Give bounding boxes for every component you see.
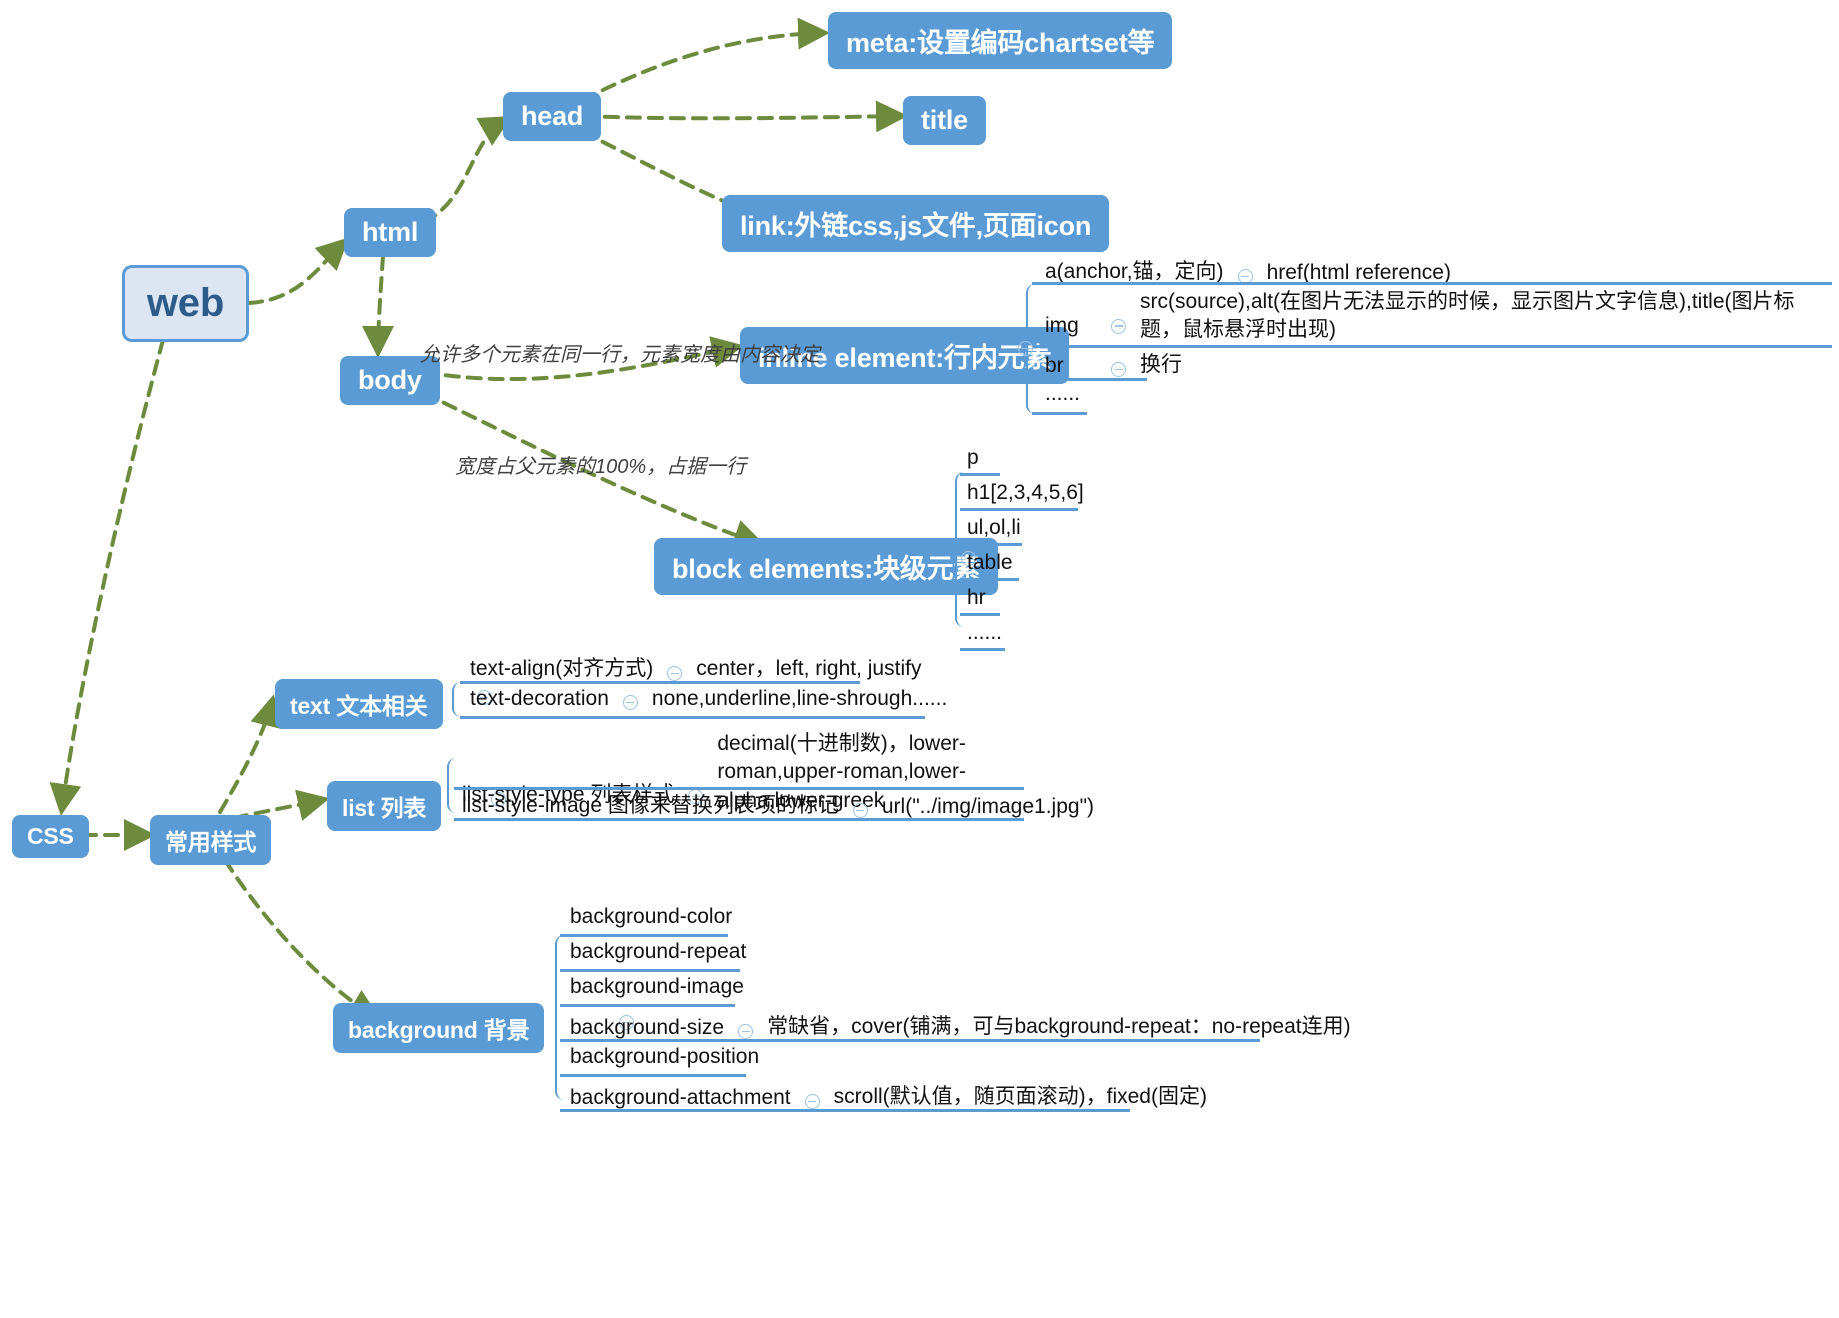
node-text-label: text 文本相关: [290, 693, 428, 719]
background-child-repeat-underline: [560, 969, 740, 972]
edge-note-inline-text: 允许多个元素在同一行，元素宽度由内容决定: [420, 344, 820, 366]
block-child-table[interactable]: table: [963, 549, 1017, 578]
edge-common-background: [223, 858, 381, 1021]
list-child-style-image-underline: [454, 818, 1024, 821]
collapse-icon[interactable]: [1111, 362, 1126, 377]
edge-head-meta: [581, 17, 830, 102]
block-child-ul-underline: [960, 543, 1022, 546]
inline-collapse-icon[interactable]: [1018, 341, 1033, 356]
node-background[interactable]: background 背景: [333, 1003, 545, 1053]
edge-note-block: 宽度占父元素的100%，占据一行: [455, 450, 746, 479]
inline-child-br[interactable]: br 换行: [1040, 348, 1187, 381]
node-head-label: head: [521, 101, 584, 131]
collapse-icon[interactable]: [667, 666, 683, 681]
node-title[interactable]: title: [903, 96, 987, 145]
background-child-image[interactable]: background-image: [565, 975, 749, 1002]
edge-html-head: [422, 116, 512, 224]
block-child-hr-underline: [960, 613, 1000, 616]
node-meta-label: meta:设置编码chartset等: [846, 28, 1155, 58]
node-web-label: web: [146, 281, 225, 325]
block-child-hr[interactable]: hr: [963, 584, 990, 613]
block-child-hr-label: hr: [967, 586, 986, 609]
node-meta[interactable]: meta:设置编码chartset等: [828, 12, 1173, 69]
node-common-styles-label: 常用样式: [165, 829, 257, 855]
edge-html-body: [362, 254, 395, 358]
inline-child-a-underline: [1032, 282, 1832, 285]
background-child-color-underline: [560, 934, 728, 937]
edge-web-css: [49, 338, 165, 816]
collapse-icon[interactable]: [804, 1094, 820, 1109]
block-child-p[interactable]: p: [963, 444, 983, 473]
edge-head-title: [581, 100, 908, 133]
block-child-table-underline: [960, 578, 1019, 581]
inline-child-br-label: br: [1045, 354, 1064, 377]
collapse-icon[interactable]: [852, 803, 868, 818]
background-child-repeat-label: background-repeat: [570, 940, 747, 963]
block-child-p-label: p: [967, 446, 979, 469]
block-child-ul[interactable]: ul,ol,li: [963, 514, 1025, 543]
text-child-decoration[interactable]: text-decoration none,underline,line-shro…: [465, 687, 952, 714]
edge-note-inline: 允许多个元素在同一行，元素宽度由内容决定: [420, 338, 820, 367]
node-list-label: list 列表: [342, 795, 427, 821]
block-child-ul-label: ul,ol,li: [967, 516, 1021, 539]
block-child-table-label: table: [967, 551, 1013, 574]
text-child-align-underline: [460, 681, 860, 684]
node-head[interactable]: head: [503, 92, 602, 141]
block-child-h1[interactable]: h1[2,3,4,5,6]: [963, 479, 1088, 508]
node-block-element[interactable]: block elements:块级元素: [654, 538, 999, 595]
block-child-more-label: ......: [967, 621, 1003, 644]
text-child-decoration-underline: [460, 716, 925, 719]
inline-child-more-label: ......: [1045, 382, 1081, 405]
node-css[interactable]: CSS: [12, 815, 89, 858]
background-child-position[interactable]: background-position: [565, 1045, 764, 1072]
node-title-label: title: [921, 105, 969, 135]
background-child-position-label: background-position: [570, 1045, 760, 1068]
background-child-attachment-underline: [560, 1109, 1130, 1112]
node-css-label: CSS: [27, 823, 74, 849]
mindmap-canvas: web html head body CSS 常用样式 meta:设置编码cha…: [0, 0, 1839, 1318]
inline-child-img-value: src(source),alt(在图片无法显示的时候，显示图片文字信息),tit…: [1140, 290, 1795, 342]
background-child-color[interactable]: background-color: [565, 905, 737, 932]
background-child-image-label: background-image: [570, 975, 744, 998]
block-child-h1-label: h1[2,3,4,5,6]: [967, 481, 1084, 504]
block-child-h1-underline: [960, 508, 1078, 511]
block-child-more-underline: [960, 648, 1005, 651]
background-child-image-underline: [560, 1004, 735, 1007]
inline-child-img[interactable]: img src(source),alt(在图片无法显示的时候，显示图片文字信息)…: [1040, 288, 1835, 348]
edge-common-text: [218, 694, 282, 814]
text-child-decoration-value: none,underline,line-shrough......: [651, 687, 948, 710]
inline-child-more: ......: [1040, 382, 1085, 409]
node-link[interactable]: link:外链css,js文件,页面icon: [722, 195, 1110, 252]
background-child-color-label: background-color: [570, 905, 733, 928]
node-body-label: body: [358, 365, 422, 395]
collapse-icon[interactable]: [1111, 318, 1126, 334]
inline-child-img-label: img: [1045, 313, 1079, 337]
node-link-label: link:外链css,js文件,页面icon: [740, 211, 1092, 241]
node-text[interactable]: text 文本相关: [275, 679, 443, 729]
collapse-icon[interactable]: [738, 1024, 754, 1039]
node-html[interactable]: html: [344, 208, 437, 257]
block-child-more: ......: [963, 619, 1006, 648]
background-child-repeat[interactable]: background-repeat: [565, 940, 751, 967]
edge-web-html: [247, 237, 349, 305]
node-background-label: background 背景: [348, 1017, 530, 1043]
node-list[interactable]: list 列表: [327, 781, 442, 831]
node-common-styles[interactable]: 常用样式: [150, 815, 272, 865]
inline-child-br-underline: [1032, 378, 1147, 381]
text-child-decoration-label: text-decoration: [470, 687, 609, 710]
background-child-position-underline: [560, 1074, 746, 1077]
edge-note-block-text: 宽度占父元素的100%，占据一行: [455, 456, 747, 478]
collapse-icon[interactable]: [622, 695, 638, 710]
inline-child-more-underline: [1032, 412, 1087, 415]
node-web[interactable]: web: [122, 265, 249, 342]
text-children-bracket: [452, 682, 464, 717]
node-block-element-label: block elements:块级元素: [672, 554, 981, 584]
background-child-size-underline: [560, 1039, 1260, 1042]
node-html-label: html: [362, 217, 419, 247]
inline-child-br-value: 换行: [1140, 353, 1182, 376]
block-child-p-underline: [960, 473, 1000, 476]
